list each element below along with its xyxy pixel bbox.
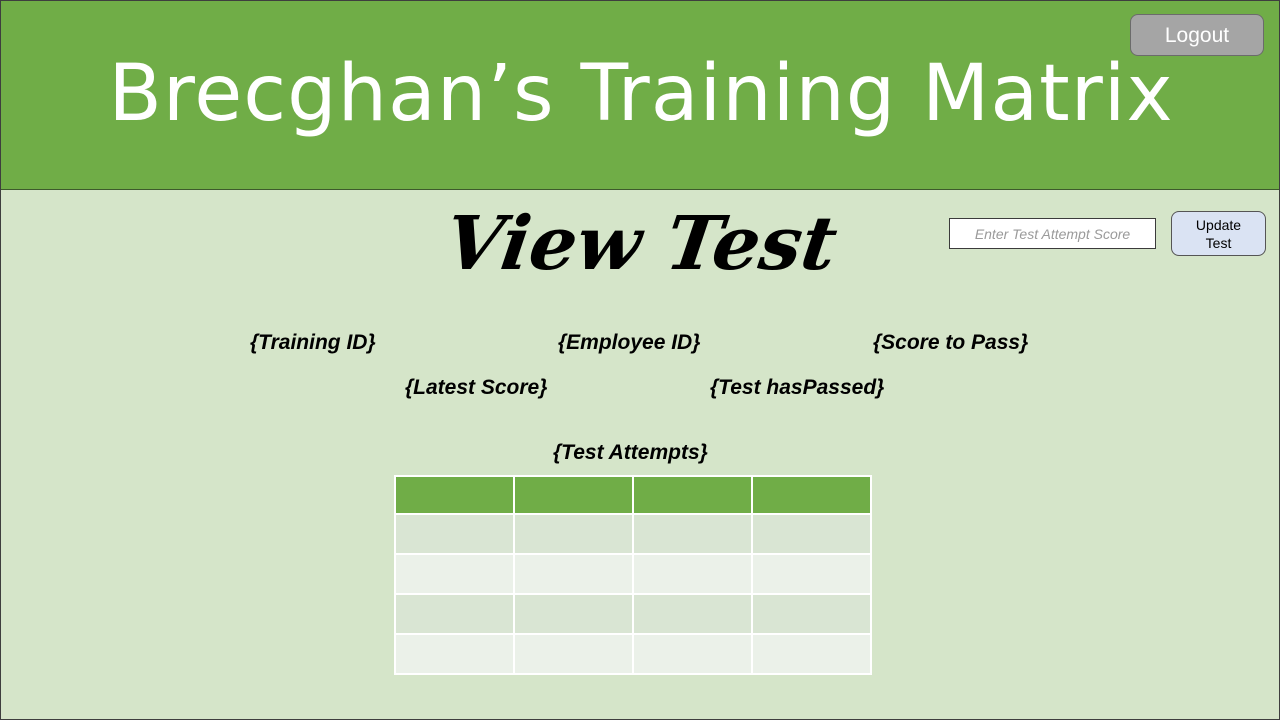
table-cell <box>632 553 753 595</box>
training-id-field: {Training ID} <box>250 331 376 354</box>
app-title: Brecghan’s Training Matrix <box>108 49 1174 139</box>
table-cell <box>394 633 515 675</box>
employee-id-field: {Employee ID} <box>558 331 701 354</box>
table-cell <box>751 513 872 555</box>
table-cell <box>632 513 753 555</box>
table-row <box>394 633 872 675</box>
table-header-cell <box>513 475 634 515</box>
table-cell <box>394 593 515 635</box>
table-row <box>394 553 872 595</box>
table-cell <box>394 513 515 555</box>
table-header-cell <box>632 475 753 515</box>
table-cell <box>751 633 872 675</box>
table-cell <box>513 593 634 635</box>
table-row <box>394 513 872 555</box>
update-test-button[interactable]: Update Test <box>1171 211 1266 256</box>
table-row <box>394 593 872 635</box>
table-header-cell <box>394 475 515 515</box>
table-header-cell <box>751 475 872 515</box>
test-attempts-table <box>394 475 872 675</box>
table-cell <box>751 553 872 595</box>
table-cell <box>751 593 872 635</box>
app-window: Brecghan’s Training Matrix Logout View T… <box>0 0 1280 720</box>
table-cell <box>513 553 634 595</box>
table-cell <box>632 633 753 675</box>
table-cell <box>513 513 634 555</box>
latest-score-field: {Latest Score} <box>405 376 548 399</box>
app-header: Brecghan’s Training Matrix Logout <box>1 1 1279 190</box>
table-cell <box>513 633 634 675</box>
score-to-pass-field: {Score to Pass} <box>873 331 1029 354</box>
test-has-passed-field: {Test hasPassed} <box>710 376 885 399</box>
test-attempts-heading: {Test Attempts} <box>553 441 708 464</box>
table-cell <box>632 593 753 635</box>
test-attempt-score-input[interactable] <box>949 218 1156 249</box>
table-cell <box>394 553 515 595</box>
table-header-row <box>394 475 872 515</box>
logout-button[interactable]: Logout <box>1130 14 1264 56</box>
